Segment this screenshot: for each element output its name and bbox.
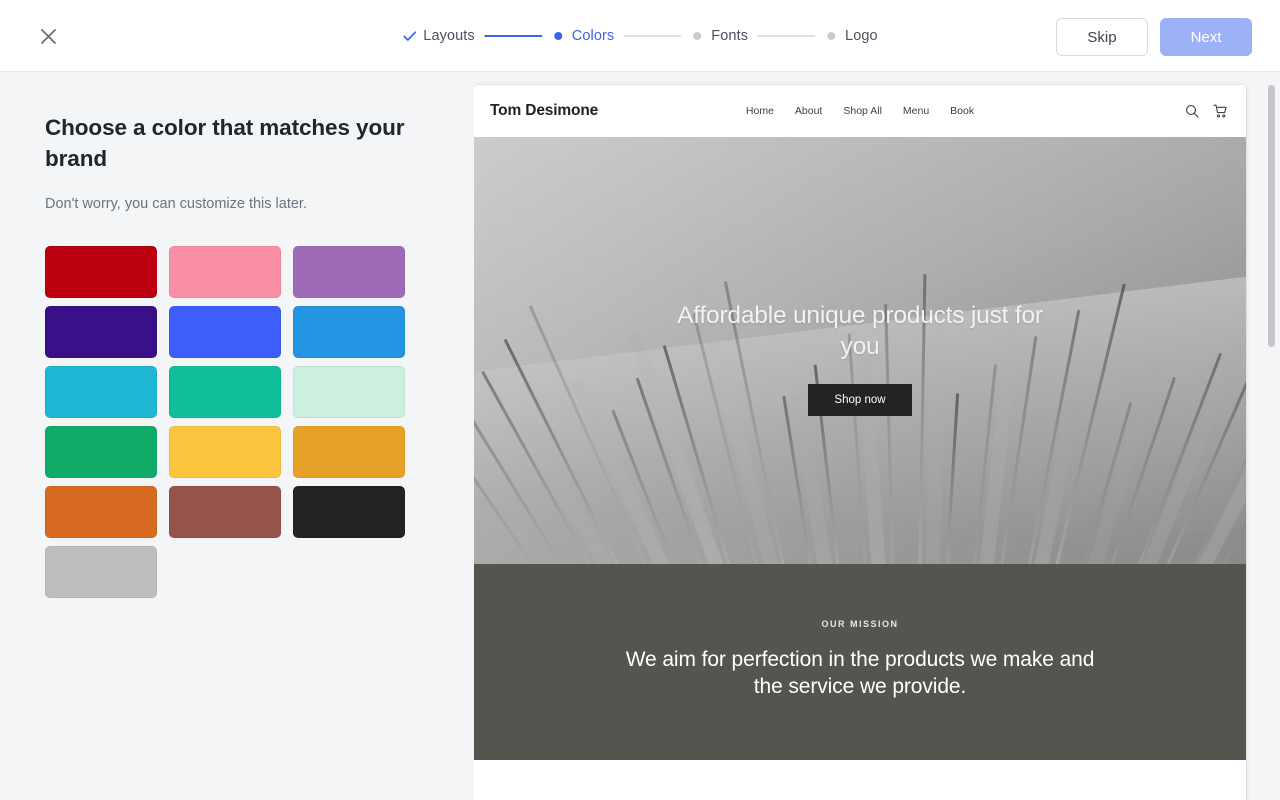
mission-title: We aim for perfection in the products we… [625, 648, 1095, 698]
preview-scrollbar-thumb[interactable] [1268, 85, 1275, 347]
stepper-connector-1 [483, 35, 542, 37]
step-logo[interactable]: Logo [824, 28, 878, 44]
step-fonts[interactable]: Fonts [690, 28, 748, 44]
close-icon [40, 28, 57, 45]
preview-next-section [474, 760, 1246, 800]
step-colors[interactable]: Colors [551, 28, 615, 44]
color-swatch-green[interactable] [45, 426, 157, 479]
color-swatch-charcoal[interactable] [293, 486, 405, 539]
wizard-topbar: Layouts Colors Fonts Logo Skip Next [0, 0, 1280, 72]
step-label-layouts: Layouts [423, 28, 475, 44]
site-preview-area: Tom Desimone Home About Shop All Menu Bo… [474, 72, 1280, 800]
skip-button[interactable]: Skip [1056, 18, 1148, 56]
site-nav-item-about[interactable]: About [795, 105, 822, 117]
wizard-stepper: Layouts Colors Fonts Logo [402, 0, 878, 72]
color-swatch-crimson[interactable] [45, 246, 157, 299]
hero-content: Affordable unique products just for you … [474, 137, 1246, 564]
shop-now-button[interactable]: Shop now [808, 383, 912, 416]
color-swatch-orange[interactable] [45, 486, 157, 539]
site-nav: Home About Shop All Menu Book [746, 105, 974, 117]
site-nav-item-book[interactable]: Book [950, 105, 974, 117]
site-header-icons [1185, 104, 1228, 119]
mission-eyebrow: OUR MISSION [821, 619, 899, 629]
color-swatch-royal-blue[interactable] [169, 306, 281, 359]
wizard-body: Choose a color that matches your brand D… [0, 72, 1280, 800]
color-swatch-pink[interactable] [169, 246, 281, 299]
dot-icon [824, 29, 838, 43]
color-swatch-brick[interactable] [169, 486, 281, 539]
color-swatch-purple[interactable] [293, 246, 405, 299]
color-swatch-grid [45, 246, 429, 599]
topbar-actions: Skip Next [1056, 18, 1252, 56]
step-label-fonts: Fonts [711, 28, 749, 44]
site-nav-item-home[interactable]: Home [746, 105, 774, 117]
color-swatch-yellow[interactable] [169, 426, 281, 479]
stepper-connector-3 [757, 35, 816, 37]
page-subtitle: Don't worry, you can customize this late… [45, 196, 307, 213]
color-swatch-cyan[interactable] [45, 366, 157, 419]
preview-scrollbar[interactable] [1268, 85, 1275, 800]
color-chooser-panel: Choose a color that matches your brand D… [0, 72, 474, 800]
site-preview-card: Tom Desimone Home About Shop All Menu Bo… [474, 85, 1246, 800]
step-label-logo: Logo [845, 28, 878, 44]
color-swatch-gray[interactable] [45, 546, 157, 599]
dot-icon [551, 29, 565, 43]
preview-hero-section: Affordable unique products just for you … [474, 137, 1246, 564]
close-button[interactable] [34, 22, 62, 50]
site-logo: Tom Desimone [490, 102, 599, 119]
preview-site-header: Tom Desimone Home About Shop All Menu Bo… [474, 85, 1246, 137]
stepper-connector-2 [623, 35, 682, 37]
search-icon[interactable] [1185, 104, 1199, 118]
color-swatch-amber[interactable] [293, 426, 405, 479]
shopping-cart-icon[interactable] [1213, 104, 1228, 119]
step-layouts[interactable]: Layouts [402, 28, 475, 44]
step-label-colors: Colors [571, 28, 615, 44]
site-nav-item-shopall[interactable]: Shop All [843, 105, 882, 117]
dot-icon [690, 29, 704, 43]
onboarding-wizard: Layouts Colors Fonts Logo Skip Next Choo… [0, 0, 1280, 800]
color-swatch-sky-blue[interactable] [293, 306, 405, 359]
check-icon [402, 29, 416, 43]
preview-mission-section: OUR MISSION We aim for perfection in the… [474, 564, 1246, 761]
color-swatch-teal[interactable] [169, 366, 281, 419]
page-title: Choose a color that matches your brand [45, 115, 405, 172]
hero-title: Affordable unique products just for you [677, 302, 1043, 360]
color-swatch-mint[interactable] [293, 366, 405, 419]
color-swatch-indigo[interactable] [45, 306, 157, 359]
site-nav-item-menu[interactable]: Menu [903, 105, 929, 117]
next-button[interactable]: Next [1160, 18, 1252, 56]
